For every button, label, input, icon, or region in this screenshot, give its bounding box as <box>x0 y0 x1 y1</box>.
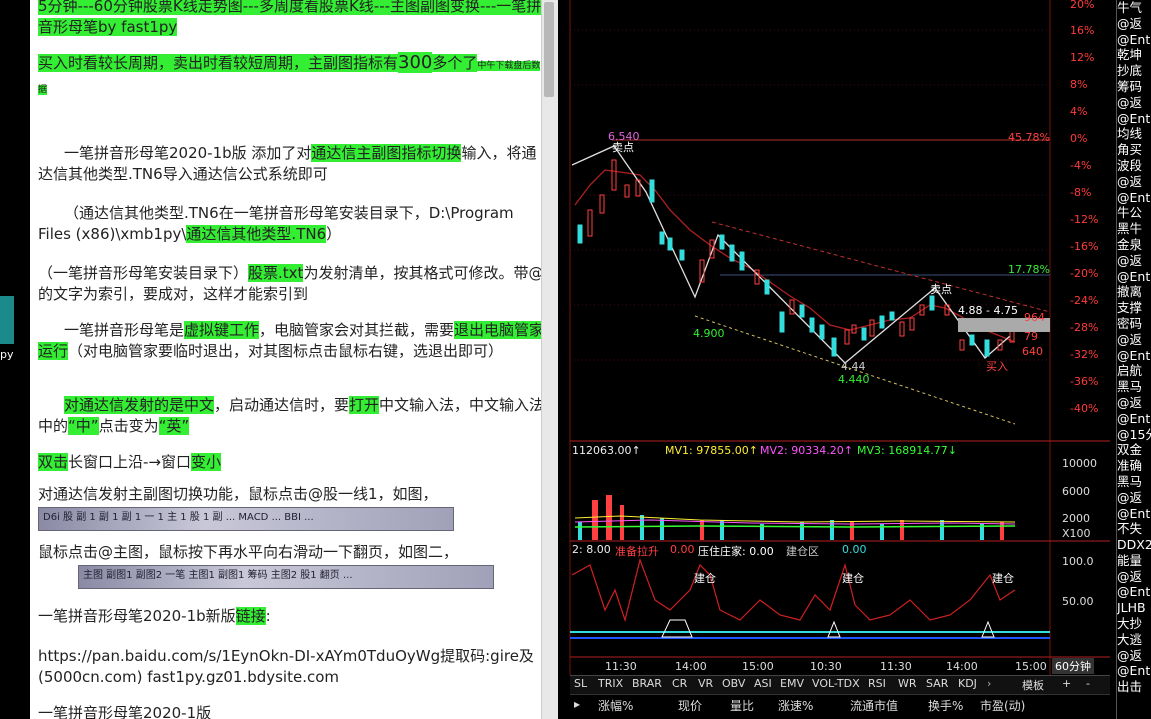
vol-header-mv2: MV2: 90334.20↑ <box>760 444 853 457</box>
col-turnover[interactable]: 换手% <box>928 697 963 714</box>
tab-rsi[interactable]: RSI <box>868 677 886 690</box>
ind-annot-1: 建仓 <box>694 572 716 585</box>
ticker-item[interactable]: 黑马 <box>1117 379 1151 395</box>
ticker-item[interactable]: 双金 <box>1117 442 1151 458</box>
ticker-item[interactable]: @返 <box>1117 174 1151 190</box>
col-pe[interactable]: 市盈(动) <box>980 697 1025 714</box>
ticker-item[interactable]: 乾坤 <box>1117 47 1151 63</box>
ticker-item[interactable]: DDX2 <box>1117 537 1151 553</box>
ind-header-c: 0.00 <box>670 543 695 556</box>
tab-emv[interactable]: EMV <box>780 677 804 690</box>
ticker-item[interactable]: @返 <box>1117 253 1151 269</box>
col-change-pct[interactable]: 涨幅% <box>598 697 633 714</box>
ticker-item[interactable]: 出击 <box>1117 679 1151 695</box>
ticker-item[interactable]: @返 <box>1117 569 1151 585</box>
vol-header-v0: 112063.00↑ <box>572 444 641 457</box>
tab-add-icon[interactable]: + <box>1062 677 1071 690</box>
col-arrow-icon: ▸ <box>574 697 581 711</box>
tab-vr[interactable]: VR <box>698 677 713 690</box>
col-speed[interactable]: 涨速% <box>778 697 813 714</box>
ind-annot-3: 建仓 <box>992 572 1014 585</box>
annot-r1: 964 <box>1024 311 1045 324</box>
period-selector[interactable]: 60分钟 <box>1052 658 1094 674</box>
ticker-item[interactable]: @Ent <box>1117 269 1151 285</box>
ticker-item[interactable]: @返 <box>1117 332 1151 348</box>
ind-annot-2: 建仓 <box>842 572 864 585</box>
ticker-item[interactable]: @返 <box>1117 490 1151 506</box>
ticker-item[interactable]: 密码 <box>1117 316 1151 332</box>
ticker-item[interactable]: 支撑 <box>1117 300 1151 316</box>
ticker-item[interactable]: @Ent <box>1117 32 1151 48</box>
ticker-item[interactable]: 波段 <box>1117 158 1151 174</box>
annot-r3: 640 <box>1022 345 1043 358</box>
ticker-item[interactable]: 大逃 <box>1117 632 1151 648</box>
annot-buy: 买入 <box>986 360 1008 373</box>
ticker-item[interactable]: @Ent <box>1117 411 1151 427</box>
ticker-item[interactable]: @Ent <box>1117 190 1151 206</box>
tab-trix[interactable]: TRIX <box>598 677 623 690</box>
ticker-item[interactable]: @15分 <box>1117 427 1151 443</box>
ticker-item[interactable]: @返 <box>1117 648 1151 664</box>
annot-sell-2: 卖点 <box>930 283 952 296</box>
tab-cr[interactable]: CR <box>672 677 687 690</box>
tab-asi[interactable]: ASI <box>754 677 772 690</box>
ticker-item[interactable]: 准确 <box>1117 458 1151 474</box>
ticker-item[interactable]: 牛气 <box>1117 0 1151 16</box>
ticker-item[interactable]: @返 <box>1117 16 1151 32</box>
ticker-item[interactable]: @Ent <box>1117 111 1151 127</box>
tab-sar[interactable]: SAR <box>926 677 948 690</box>
tab-wr[interactable]: WR <box>898 677 917 690</box>
ind-header-e: 建仓区 <box>786 545 819 558</box>
ticker-item[interactable]: 均线 <box>1117 126 1151 142</box>
annot-low-2: 4.440 <box>838 373 870 386</box>
col-price[interactable]: 现价 <box>678 697 702 714</box>
ticker-item[interactable]: JLHB <box>1117 600 1151 616</box>
tab-remove-icon[interactable]: - <box>1086 677 1090 690</box>
ind-header-b: 准备拉升 <box>615 545 659 558</box>
ticker-item[interactable]: 黑马 <box>1117 474 1151 490</box>
vol-header-mv1: MV1: 97855.00↑ <box>665 444 758 457</box>
ticker-item[interactable]: 不失 <box>1117 521 1151 537</box>
annot-pct-1: 45.78% <box>1008 131 1050 144</box>
ticker-item[interactable]: @返 <box>1117 395 1151 411</box>
ticker-item[interactable]: 抄底 <box>1117 63 1151 79</box>
ticker-item[interactable]: @返 <box>1117 95 1151 111</box>
ticker-item[interactable]: @Ent <box>1117 506 1151 522</box>
ticker-item[interactable]: 金泉 <box>1117 237 1151 253</box>
tab-vol-tdx[interactable]: VOL-TDX <box>812 677 860 690</box>
ticker-item[interactable]: 撤离 <box>1117 284 1151 300</box>
chart-graphics <box>569 0 1110 675</box>
ticker-item[interactable]: @Ent <box>1117 584 1151 600</box>
ticker-item[interactable]: 角买 <box>1117 142 1151 158</box>
ticker-item[interactable]: 黑牛 <box>1117 221 1151 237</box>
tab-template[interactable]: 模板 <box>1022 677 1044 693</box>
annot-r2: 79 <box>1024 330 1038 343</box>
vol-header-mv3: MV3: 168914.77↓ <box>857 444 957 457</box>
ticker-item[interactable]: @Ent <box>1117 348 1151 364</box>
ind-header-a: 2: 8.00 <box>572 543 611 556</box>
tab-obv[interactable]: OBV <box>722 677 745 690</box>
ticker-item[interactable]: 筹码 <box>1117 79 1151 95</box>
ticker-index-list[interactable]: 牛气 @返 @Ent 乾坤 抄底 筹码 @返 @Ent 均线 角买 波段 @返 @Ent 牛公 黑牛 金泉 @返… <box>1116 0 1151 719</box>
annot-sell-1: 卖点 <box>612 141 634 154</box>
ticker-item[interactable]: 启航 <box>1117 363 1151 379</box>
annot-low-3: 4.44 <box>841 360 866 373</box>
col-volume-ratio[interactable]: 量比 <box>730 697 754 714</box>
annot-low-1: 4.900 <box>693 327 725 340</box>
col-float-cap[interactable]: 流通市值 <box>850 697 898 714</box>
annot-range: 4.88 - 4.75 <box>958 304 1018 317</box>
tab-scroll-right-icon[interactable]: › <box>987 677 991 690</box>
ind-header-d: 压住庄家: 0.00 <box>698 545 774 558</box>
ticker-item[interactable]: @Ent <box>1117 663 1151 679</box>
annot-pct-2: 17.78% <box>1008 263 1050 276</box>
tab-brar[interactable]: BRAR <box>632 677 662 690</box>
indicator-tab-bar: SL TRIX BRAR CR VR OBV ASI EMV VOL-TDX R… <box>570 675 1110 694</box>
tab-sl[interactable]: SL <box>574 677 587 690</box>
ticker-item[interactable]: 大抄 <box>1117 616 1151 632</box>
ticker-item[interactable]: 牛公 <box>1117 205 1151 221</box>
ind-header-f: 0.00 <box>842 543 867 556</box>
quote-column-bar: ▸ 涨幅% 现价 量比 涨速% 流通市值 换手% 市盈(动) <box>570 694 1110 715</box>
tab-kdj[interactable]: KDJ <box>958 677 977 690</box>
ticker-item[interactable]: 能量 <box>1117 553 1151 569</box>
